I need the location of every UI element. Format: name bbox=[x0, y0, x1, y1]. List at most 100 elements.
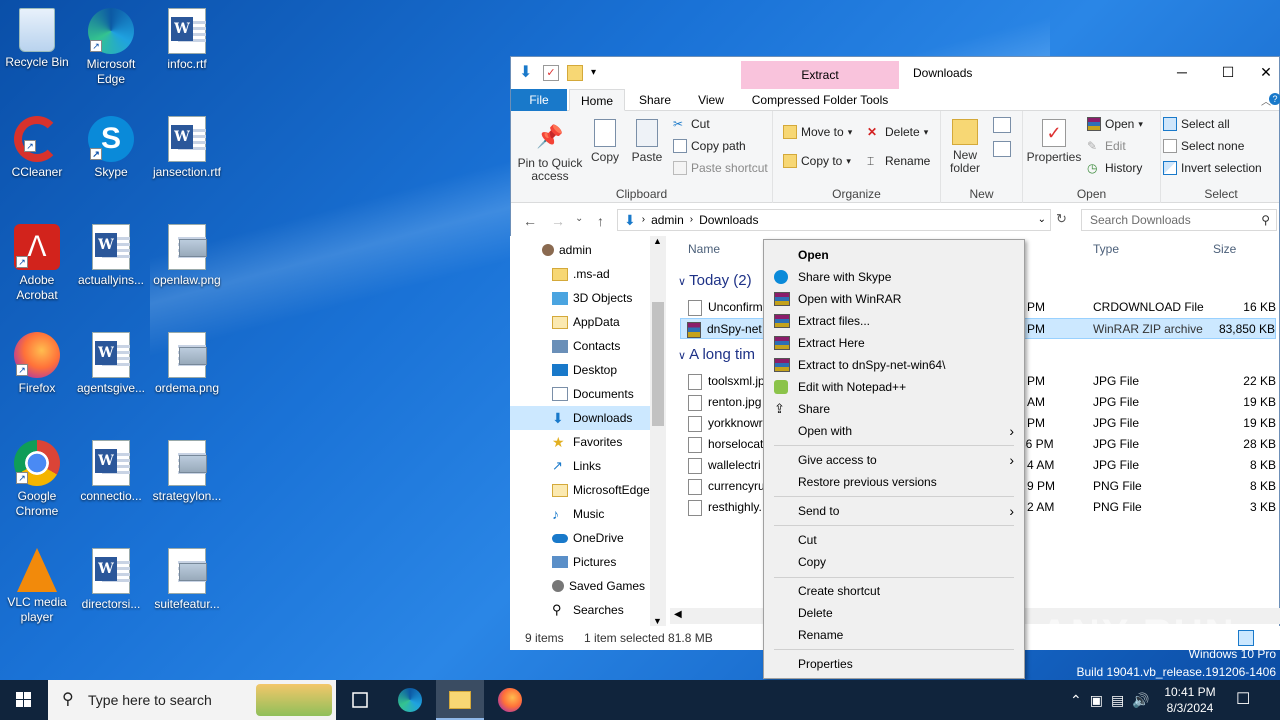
menu-item-rename[interactable]: Rename bbox=[764, 624, 1024, 646]
nav-item-contacts[interactable]: Contacts bbox=[510, 334, 650, 358]
nav-scrollbar[interactable]: ▲ ▼ bbox=[650, 236, 666, 626]
nav-item-saved-games[interactable]: Saved Games bbox=[510, 574, 650, 598]
close-button[interactable]: ✕ bbox=[1251, 57, 1280, 87]
menu-item-share-with-skype[interactable]: Share with Skype bbox=[764, 266, 1024, 288]
scroll-down-icon[interactable]: ▼ bbox=[653, 616, 662, 626]
search-input[interactable]: Search Downloads ⚲ bbox=[1081, 209, 1277, 231]
desktop-icon-adobe-acrobat[interactable]: ᐱ ↗ Adobe Acrobat bbox=[0, 224, 74, 303]
minimize-button[interactable]: ─ bbox=[1159, 57, 1205, 87]
open-button[interactable]: Open ▾ bbox=[1087, 117, 1143, 131]
wired-network-icon[interactable]: ▤ bbox=[1111, 680, 1124, 720]
nav-item-ms-ad[interactable]: .ms-ad bbox=[510, 262, 650, 286]
menu-item-open-with[interactable]: Open with › bbox=[764, 420, 1024, 442]
paste-button[interactable]: Paste bbox=[629, 119, 665, 164]
scroll-up-icon[interactable]: ▲ bbox=[653, 236, 662, 246]
select-all-button[interactable]: Select all bbox=[1163, 117, 1230, 131]
history-button[interactable]: ◷ History bbox=[1087, 161, 1142, 175]
breadcrumb-admin[interactable]: admin bbox=[651, 210, 684, 230]
nav-item-searches[interactable]: ⚲ Searches bbox=[510, 598, 650, 622]
desktop-icon-infoc-rtf[interactable]: W infoc.rtf bbox=[150, 8, 224, 72]
desktop-icon-jansection-rtf[interactable]: W jansection.rtf bbox=[150, 116, 224, 180]
tab-file[interactable]: File bbox=[511, 89, 567, 111]
customize-chevron-icon[interactable]: ▾ bbox=[591, 65, 607, 81]
select-none-button[interactable]: Select none bbox=[1163, 139, 1244, 153]
menu-item-cut[interactable]: Cut bbox=[764, 529, 1024, 551]
menu-item-copy[interactable]: Copy bbox=[764, 551, 1024, 573]
desktop-icon-firefox[interactable]: ↗ Firefox bbox=[0, 332, 74, 396]
menu-item-restore-previous-versions[interactable]: Restore previous versions bbox=[764, 471, 1024, 493]
desktop-icon-actuallyins[interactable]: W actuallyins... bbox=[74, 224, 148, 288]
tab-view[interactable]: View bbox=[689, 89, 733, 111]
edit-button[interactable]: ✎ Edit bbox=[1087, 139, 1126, 153]
address-bar[interactable]: ⬇ › admin › Downloads ⌄ bbox=[617, 209, 1051, 231]
menu-item-give-access-to[interactable]: Give access to › bbox=[764, 449, 1024, 471]
new-folder-button[interactable]: New folder bbox=[945, 119, 985, 175]
nav-item-desktop[interactable]: Desktop bbox=[510, 358, 650, 382]
clock[interactable]: 10:41 PM 8/3/2024 bbox=[1160, 680, 1220, 720]
volume-icon[interactable]: 🔊 bbox=[1132, 680, 1149, 720]
menu-item-share[interactable]: ⇪ Share bbox=[764, 398, 1024, 420]
paste-shortcut-button[interactable]: Paste shortcut bbox=[673, 161, 768, 175]
menu-item-properties[interactable]: Properties bbox=[764, 653, 1024, 675]
desktop-icon-agentsgive[interactable]: W agentsgive... bbox=[74, 332, 148, 396]
nav-item-music[interactable]: ♪ Music bbox=[510, 502, 650, 526]
desktop-icon-recycle-bin[interactable]: Recycle Bin bbox=[0, 8, 74, 70]
nav-item-documents[interactable]: Documents bbox=[510, 382, 650, 406]
desktop-icon-suitefeatur[interactable]: suitefeatur... bbox=[150, 548, 224, 612]
action-center-notification-icon[interactable]: ☐ bbox=[1236, 680, 1260, 720]
desktop-icon-directorsi[interactable]: W directorsi... bbox=[74, 548, 148, 612]
properties-button[interactable]: ✓ Properties bbox=[1025, 119, 1083, 164]
nav-item-favorites[interactable]: ★ Favorites bbox=[510, 430, 650, 454]
nav-item-downloads[interactable]: ⬇ Downloads bbox=[510, 406, 650, 430]
new-item-icon[interactable] bbox=[993, 117, 1011, 133]
column-header-type[interactable]: Type bbox=[1093, 242, 1119, 256]
tab-extract[interactable]: Extract bbox=[741, 61, 899, 89]
desktop-icon-strategylon[interactable]: strategylon... bbox=[150, 440, 224, 504]
pin-to-quick-access-button[interactable]: 📌 Pin to Quick access bbox=[515, 121, 585, 183]
menu-item-extract-files[interactable]: Extract files... bbox=[764, 310, 1024, 332]
nav-item-3d-objects[interactable]: 3D Objects bbox=[510, 286, 650, 310]
taskbar-search-box[interactable]: ⚲ Type here to search bbox=[48, 680, 336, 720]
network-icon[interactable]: ▣ bbox=[1090, 680, 1103, 720]
refresh-icon[interactable]: ↻ bbox=[1056, 211, 1067, 227]
desktop-icon-connectio[interactable]: W connectio... bbox=[74, 440, 148, 504]
forward-arrow-icon[interactable]: → bbox=[551, 213, 565, 229]
tab-home[interactable]: Home bbox=[569, 89, 625, 111]
tab-compressed-folder-tools[interactable]: Compressed Folder Tools bbox=[747, 89, 893, 111]
desktop-icon-vlc[interactable]: VLC media player bbox=[0, 548, 74, 625]
up-arrow-icon[interactable]: ↑ bbox=[597, 213, 604, 229]
delete-button[interactable]: ✕ Delete ▾ bbox=[867, 125, 928, 139]
nav-item-appdata[interactable]: AppData bbox=[510, 310, 650, 334]
rename-button[interactable]: ⌶ Rename bbox=[867, 154, 930, 168]
taskbar-firefox[interactable] bbox=[486, 680, 534, 720]
copy-path-button[interactable]: Copy path bbox=[673, 139, 746, 153]
column-header-size[interactable]: Size bbox=[1213, 242, 1236, 256]
menu-item-open-with-winrar[interactable]: Open with WinRAR bbox=[764, 288, 1024, 310]
group-header-long-time-ago[interactable]: ∨ A long tim bbox=[678, 346, 755, 363]
desktop-icon-chrome[interactable]: ↗ Google Chrome bbox=[0, 440, 74, 519]
recent-chevron-icon[interactable]: ⌄ bbox=[575, 213, 583, 224]
taskbar-edge[interactable] bbox=[386, 680, 434, 720]
menu-item-delete[interactable]: Delete bbox=[764, 602, 1024, 624]
taskbar-file-explorer[interactable] bbox=[436, 680, 484, 720]
copy-button[interactable]: Copy bbox=[587, 119, 623, 164]
column-header-name[interactable]: Name bbox=[688, 242, 720, 256]
task-view-button[interactable] bbox=[336, 680, 384, 720]
menu-item-create-shortcut[interactable]: Create shortcut bbox=[764, 580, 1024, 602]
nav-item-links[interactable]: ↗ Links bbox=[510, 454, 650, 478]
new-folder-icon[interactable] bbox=[567, 65, 583, 81]
nav-scrollbar-thumb[interactable] bbox=[652, 302, 664, 426]
menu-item-extract-here[interactable]: Extract Here bbox=[764, 332, 1024, 354]
menu-item-open[interactable]: Open bbox=[764, 244, 1024, 266]
down-arrow-icon[interactable]: ⬇ bbox=[519, 65, 535, 81]
tab-share[interactable]: Share bbox=[633, 89, 677, 111]
nav-item-admin[interactable]: admin bbox=[510, 238, 650, 262]
group-header-today[interactable]: ∨ Today (2) bbox=[678, 272, 752, 289]
nav-item-onedrive[interactable]: OneDrive bbox=[510, 526, 650, 550]
nav-item-microsoftedge[interactable]: MicrosoftEdge bbox=[510, 478, 650, 502]
scroll-left-icon[interactable]: ◀ bbox=[674, 609, 682, 620]
details-view-icon[interactable] bbox=[1238, 630, 1254, 646]
desktop-icon-openlaw-png[interactable]: openlaw.png bbox=[150, 224, 224, 288]
address-dropdown-icon[interactable]: ⌄ bbox=[1038, 210, 1046, 230]
start-button[interactable] bbox=[0, 680, 48, 720]
